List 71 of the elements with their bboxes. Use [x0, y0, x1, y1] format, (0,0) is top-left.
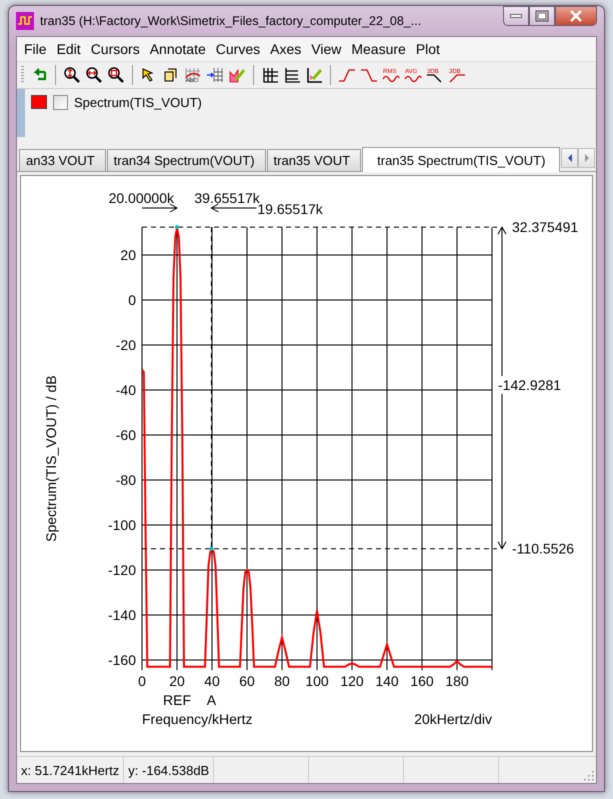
dimension-arrow: [210, 204, 257, 212]
axis-tick-label: -80: [116, 472, 136, 488]
axis-tick-label: -140: [108, 607, 136, 623]
cursor-readout: -110.5526: [512, 540, 574, 557]
axis-title: Spectrum(TIS_VOUT) / dB: [43, 375, 59, 542]
cursor-marker[interactable]: [175, 225, 179, 230]
app-icon: [16, 12, 34, 30]
axis-tick-label: -100: [108, 517, 136, 533]
minimize-icon: [510, 14, 522, 18]
maximize-button[interactable]: [529, 6, 555, 26]
axis-tick-label: -20: [116, 337, 136, 353]
scale-label: 20kHertz/div: [414, 711, 492, 728]
menu-item[interactable]: File: [19, 39, 52, 59]
axis-tick-label: 160: [410, 673, 434, 690]
axis-tick-label: 0: [128, 292, 136, 308]
cursor-name: REF: [163, 692, 191, 708]
axis-tick-label: 120: [340, 673, 364, 690]
resize-grip-icon[interactable]: [582, 769, 594, 781]
left-caret-icon: [566, 153, 574, 163]
cursor-line[interactable]: [142, 548, 498, 550]
status-text: y: -164.538dB: [124, 757, 214, 783]
magnifier-icon-button[interactable]: [84, 65, 104, 85]
axis-tick-label: 20: [120, 247, 136, 263]
axis-tick-label: 40: [204, 673, 220, 690]
cursor-readout: 32.375491: [512, 219, 578, 236]
menu-item[interactable]: Cursors: [86, 39, 145, 59]
axis-tick-label: -40: [116, 382, 136, 398]
axis-tick-label: 0: [138, 673, 146, 690]
axis-tick-label: -120: [108, 562, 136, 578]
menu-item[interactable]: Edit: [52, 39, 86, 59]
checkbox[interactable]: [53, 94, 68, 110]
menu-item[interactable]: Curves: [210, 39, 266, 59]
axis-title: Frequency/kHertz: [142, 711, 252, 728]
tab[interactable]: tran35 VOUT: [266, 149, 362, 171]
close-icon: [568, 10, 584, 22]
axis-tick-label: 140: [375, 673, 399, 690]
axis-tick-label: -60: [116, 427, 136, 443]
tab[interactable]: tran35 Spectrum(TIS_VOUT): [362, 147, 560, 172]
tab[interactable]: tran34 Spectrum(VOUT): [106, 149, 266, 171]
menu-item[interactable]: Annotate: [144, 39, 211, 59]
scroll-left-button[interactable]: [561, 148, 578, 168]
dimension-arrow: [142, 204, 178, 212]
minimize-button[interactable]: [503, 6, 529, 26]
axis-tick-label: 20: [169, 673, 185, 690]
status-text: x: 51.7241kHertz: [17, 757, 124, 783]
cursor-line[interactable]: [142, 226, 498, 228]
menu-item[interactable]: Measure: [346, 39, 411, 59]
curve-name: Spectrum(TIS_VOUT): [74, 94, 202, 110]
grid-arrow-icon-button[interactable]: [205, 65, 225, 85]
magnifier-icon-button[interactable]: [106, 65, 126, 85]
axis-tick-label: 180: [445, 673, 469, 690]
cursor-readout: 39.65517k: [194, 190, 260, 206]
cursor-line[interactable]: [210, 226, 212, 550]
menu-item[interactable]: Axes: [265, 39, 306, 59]
menu-item[interactable]: Plot: [410, 39, 445, 59]
axis-tick-label: 60: [239, 673, 255, 690]
tab[interactable]: an33 VOUT: [19, 149, 106, 171]
cursor-marker[interactable]: [209, 546, 214, 551]
axis-tick-label: 100: [305, 673, 329, 690]
close-button[interactable]: [555, 6, 597, 26]
cursor-name: A: [206, 692, 216, 708]
panel-edge-strip: [17, 89, 25, 137]
right-caret-icon: [582, 153, 591, 163]
cursor-readout: 20.00000k: [108, 190, 174, 206]
magnifier-icon-button[interactable]: [62, 65, 82, 85]
maximize-icon: [534, 10, 550, 22]
window-title: tran35 (H:\Factory_Work\Simetrix_Files_factory_computer_22_08_...: [40, 14, 422, 28]
axis-tick-label: -160: [108, 652, 136, 668]
cursor-readout: -142.9281: [498, 376, 562, 393]
axis-tick-label: 80: [274, 673, 290, 690]
menu-item[interactable]: View: [306, 39, 346, 59]
